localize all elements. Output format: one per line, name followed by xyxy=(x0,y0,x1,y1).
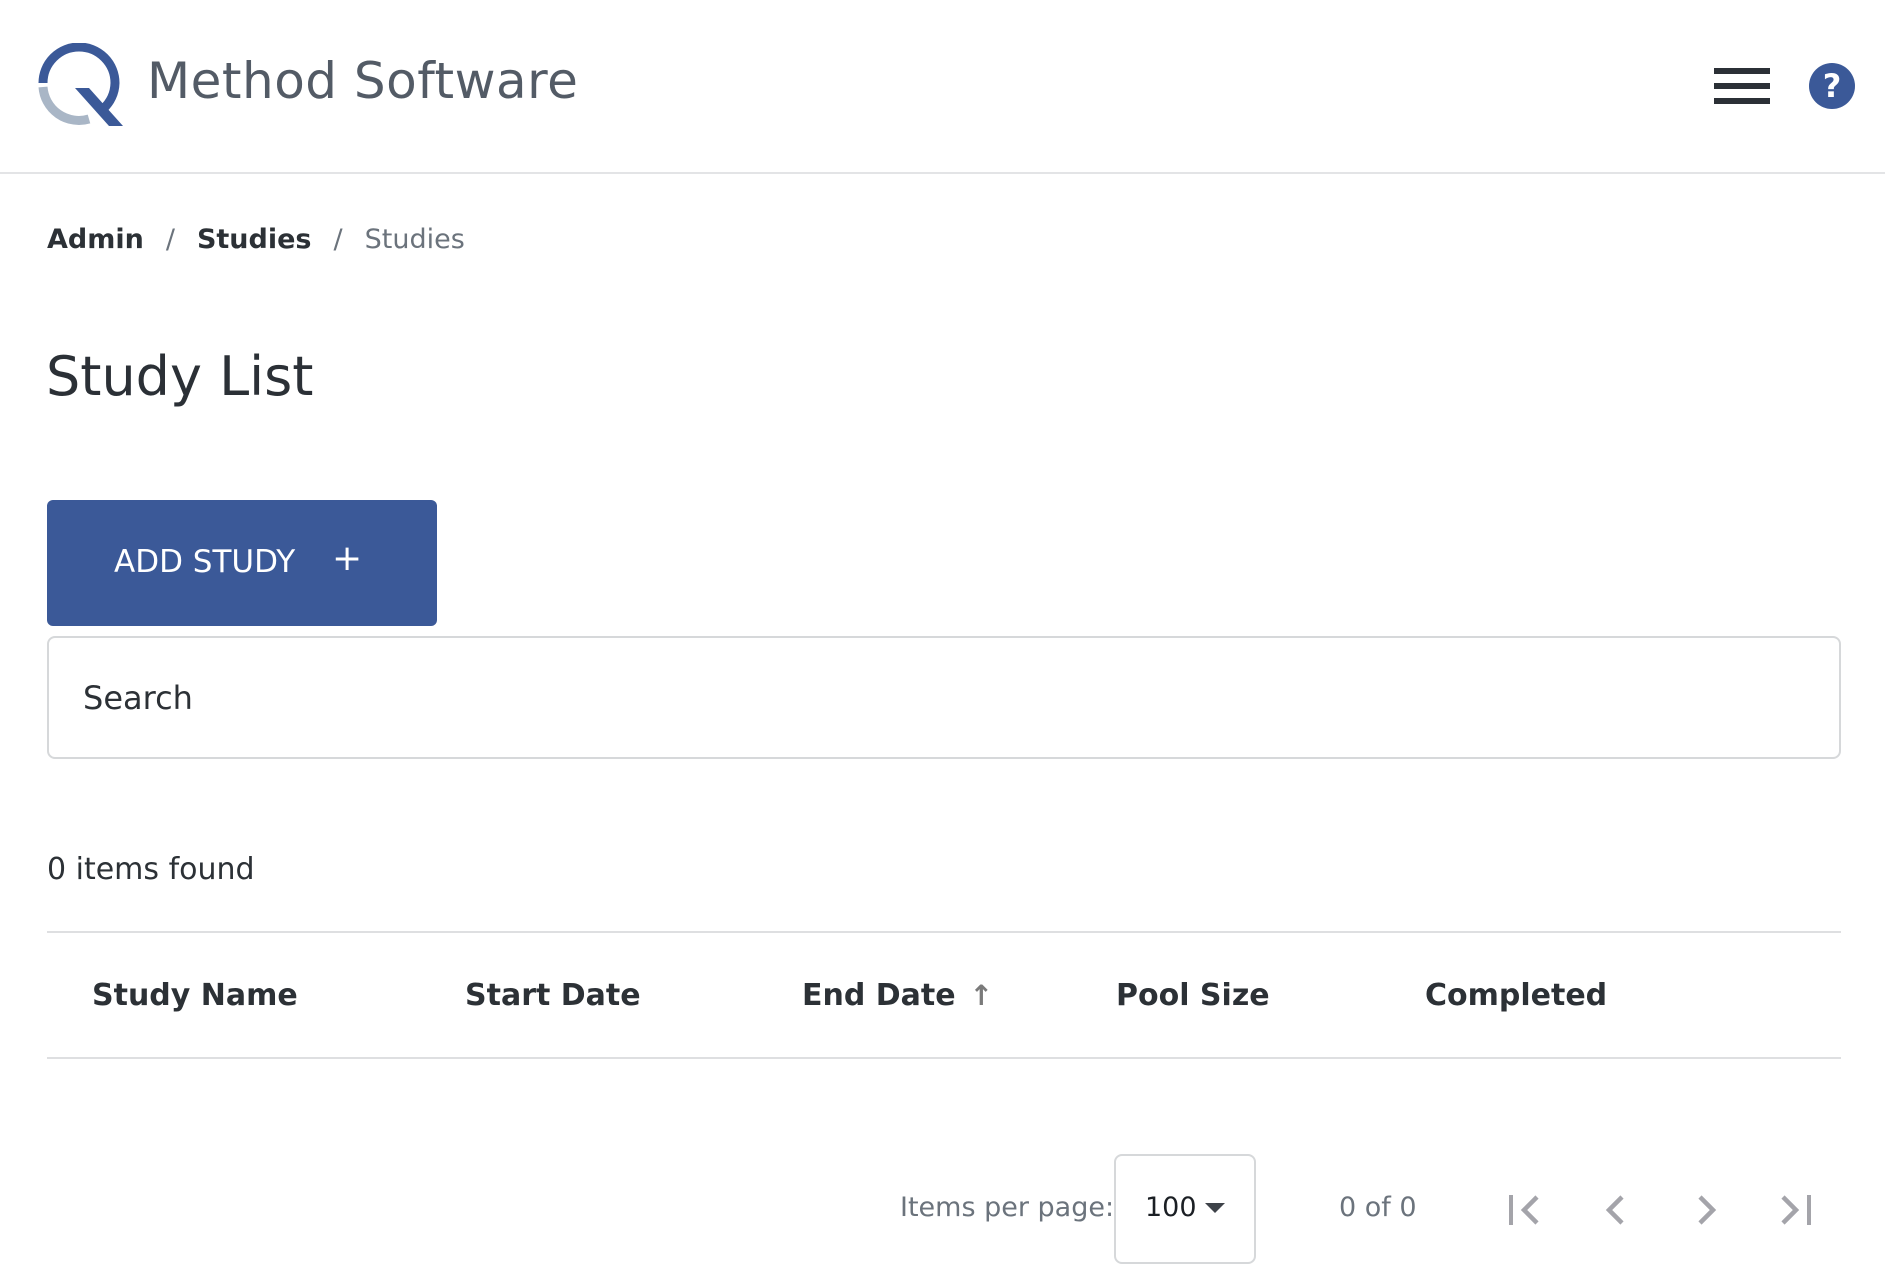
column-header-completed[interactable]: Completed xyxy=(1425,978,1607,1013)
column-header-end-date[interactable]: End Date ↑ xyxy=(802,978,993,1013)
column-header-start-date[interactable]: Start Date xyxy=(465,978,641,1013)
last-page-icon xyxy=(1781,1195,1811,1225)
help-circle-icon[interactable]: ? xyxy=(1809,63,1855,109)
first-page-icon xyxy=(1509,1195,1539,1225)
caret-down-icon xyxy=(1205,1203,1225,1213)
previous-page-button[interactable] xyxy=(1591,1185,1641,1235)
page-range-label: 0 of 0 xyxy=(1339,1192,1417,1223)
column-header-pool-size[interactable]: Pool Size xyxy=(1116,978,1270,1013)
breadcrumb-separator: / xyxy=(333,224,343,255)
sort-ascending-icon: ↑ xyxy=(969,979,994,1012)
breadcrumb: Admin / Studies / Studies xyxy=(47,224,465,255)
next-page-button[interactable] xyxy=(1681,1185,1731,1235)
breadcrumb-separator: / xyxy=(165,224,175,255)
items-per-page-select[interactable]: 100 xyxy=(1114,1154,1256,1264)
column-header-end-date-label: End Date xyxy=(802,978,956,1013)
breadcrumb-current: Studies xyxy=(364,224,465,255)
app-header: Method Software ? xyxy=(0,0,1885,174)
table-header-divider xyxy=(47,1057,1841,1059)
hamburger-menu-icon[interactable] xyxy=(1710,62,1774,110)
items-found-count: 0 items found xyxy=(47,852,255,887)
search-input[interactable] xyxy=(83,638,1783,757)
first-page-button[interactable] xyxy=(1501,1185,1551,1235)
brand-name: Method Software xyxy=(147,52,579,110)
breadcrumb-studies[interactable]: Studies xyxy=(197,224,312,255)
search-field[interactable] xyxy=(47,636,1841,759)
add-study-button[interactable]: ADD STUDY + xyxy=(47,500,437,626)
page-title: Study List xyxy=(46,345,314,408)
items-per-page-value: 100 xyxy=(1145,1192,1197,1223)
q-logo-icon[interactable] xyxy=(37,42,123,126)
add-study-label: ADD STUDY xyxy=(114,544,296,580)
plus-icon: + xyxy=(332,538,363,579)
column-header-study-name[interactable]: Study Name xyxy=(92,978,298,1013)
table-top-divider xyxy=(47,931,1841,933)
chevron-right-icon xyxy=(1698,1195,1717,1225)
chevron-left-icon xyxy=(1605,1195,1624,1225)
last-page-button[interactable] xyxy=(1769,1185,1819,1235)
items-per-page-label: Items per page: xyxy=(900,1192,1115,1223)
breadcrumb-admin[interactable]: Admin xyxy=(47,224,144,255)
